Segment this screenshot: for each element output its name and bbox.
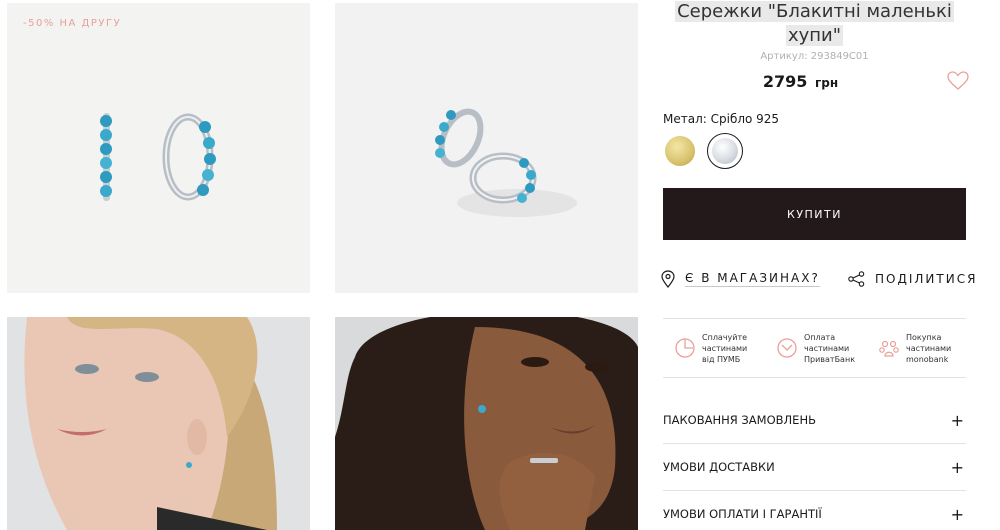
share-icon [848, 271, 865, 287]
price-currency: грн [814, 76, 839, 90]
model-image-blonde[interactable] [7, 317, 310, 530]
pumb-icon [675, 338, 695, 358]
product-title-line2: хупи" [785, 25, 844, 46]
plus-icon: + [950, 410, 964, 430]
model-image-curly[interactable] [335, 317, 638, 530]
accordion-payment-warranty[interactable]: УМОВИ ОПЛАТИ І ГАРАНТІЇ + [663, 491, 966, 530]
share-link[interactable]: ПОДІЛИТИСЯ [848, 267, 977, 291]
product-image-angled[interactable] [335, 3, 638, 293]
divider [663, 377, 966, 378]
stores-availability-link[interactable]: Є В МАГАЗИНАХ? [661, 267, 820, 291]
payment-text: Оплата частинами ПриватБанк [804, 333, 856, 364]
product-image-front[interactable]: -50% НА ДРУГУ [7, 3, 310, 293]
payment-option-privatbank[interactable]: Оплата частинами ПриватБанк [776, 332, 855, 365]
product-title-line1: Сережки "Блакитні маленькі [675, 1, 954, 22]
accordion-label: ПАКОВАННЯ ЗАМОВЛЕНЬ [663, 413, 816, 427]
product-sku: Артикул: 293849C01 [760, 51, 869, 62]
accordion-label: УМОВИ ОПЛАТИ І ГАРАНТІЇ [663, 507, 822, 521]
model-blonde-illustration [7, 317, 310, 530]
metal-swatch-silver[interactable] [707, 133, 743, 169]
location-pin-icon [661, 270, 675, 288]
product-price: 2795 грн [663, 72, 938, 91]
price-value: 2795 [762, 72, 808, 91]
promo-badge: -50% НА ДРУГУ [23, 18, 122, 29]
buy-button[interactable]: КУПИТИ [663, 188, 966, 240]
earrings-angled-illustration [435, 108, 577, 217]
gold-swatch-icon [665, 136, 695, 166]
privatbank-icon [777, 338, 797, 358]
payment-text: Покупка частинами monobank [906, 333, 952, 364]
payment-option-monobank[interactable]: Покупка частинами monobank [878, 332, 951, 365]
metal-label: Метал: Срібло 925 [663, 112, 780, 126]
silver-swatch-icon [712, 138, 738, 164]
accordion-packaging[interactable]: ПАКОВАННЯ ЗАМОВЛЕНЬ + [663, 397, 966, 443]
wishlist-heart-icon[interactable] [947, 71, 969, 91]
model-curly-illustration [335, 317, 638, 530]
product-title: Сережки "Блакитні маленькі хупи" [663, 0, 966, 48]
accordion-label: УМОВИ ДОСТАВКИ [663, 460, 775, 474]
plus-icon: + [950, 504, 964, 524]
earrings-front-illustration [100, 113, 216, 201]
divider [663, 318, 966, 319]
plus-icon: + [950, 457, 964, 477]
stores-label: Є В МАГАЗИНАХ? [685, 271, 820, 287]
accordion-delivery[interactable]: УМОВИ ДОСТАВКИ + [663, 444, 966, 490]
share-label: ПОДІЛИТИСЯ [875, 272, 978, 286]
monobank-icon [879, 340, 899, 357]
metal-swatch-gold[interactable] [662, 133, 698, 169]
payment-text: Сплачуйте частинами від ПУМБ [702, 333, 748, 364]
payment-option-pumb[interactable]: Сплачуйте частинами від ПУМБ [674, 332, 747, 365]
